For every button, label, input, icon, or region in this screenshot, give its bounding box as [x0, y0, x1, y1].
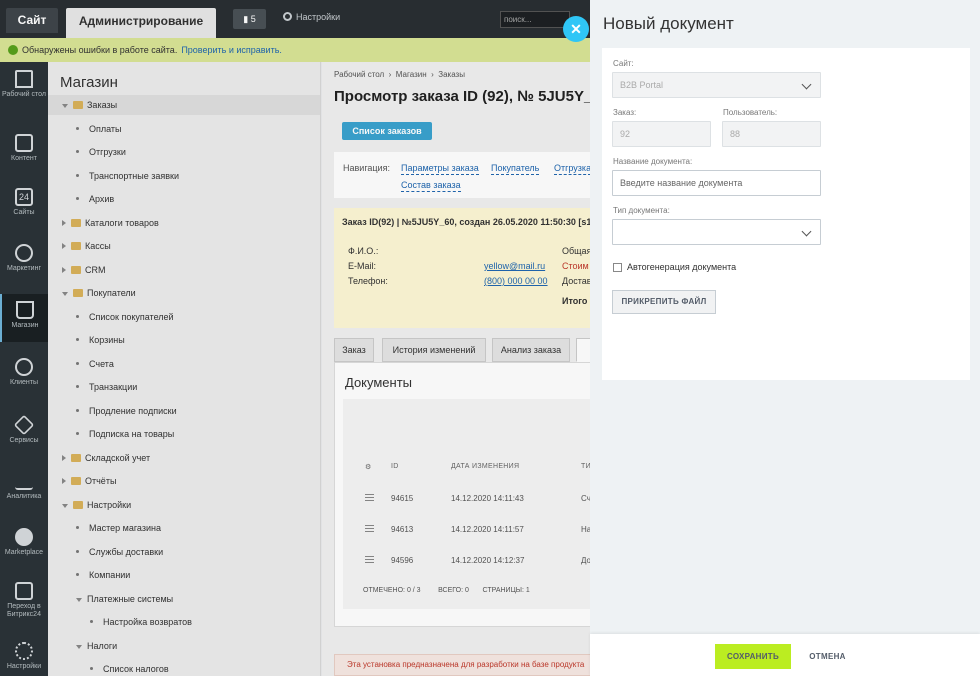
close-icon[interactable]: ✕	[563, 16, 589, 42]
site-value: B2B Portal	[620, 80, 664, 90]
autogen-label: Автогенерация документа	[627, 262, 737, 272]
chevron-down-icon	[801, 226, 812, 237]
document-form: Сайт: B2B Portal Заказ: 92 Пользователь:…	[602, 48, 970, 380]
autogen-checkbox[interactable]	[613, 263, 622, 272]
chevron-down-icon	[801, 79, 812, 90]
cancel-button[interactable]: ОТМЕНА	[805, 644, 850, 669]
order-field: 92	[612, 121, 711, 147]
doctype-label: Тип документа:	[613, 206, 670, 215]
document-name-input[interactable]: Введите название документа	[612, 170, 821, 196]
slider-title: Новый документ	[603, 14, 734, 33]
new-document-slider: Новый документ Сайт: B2B Portal Заказ: 9…	[590, 0, 980, 676]
page-overlay[interactable]	[0, 0, 590, 676]
site-select: B2B Portal	[612, 72, 821, 98]
slider-footer: СОХРАНИТЬ ОТМЕНА	[590, 634, 980, 676]
order-label: Заказ:	[613, 108, 637, 117]
user-label: Пользователь:	[723, 108, 778, 117]
site-label: Сайт:	[613, 59, 634, 68]
attach-file-button[interactable]: ПРИКРЕПИТЬ ФАЙЛ	[612, 290, 716, 314]
docname-label: Название документа:	[613, 157, 693, 166]
save-button[interactable]: СОХРАНИТЬ	[715, 644, 791, 669]
user-field: 88	[722, 121, 821, 147]
document-type-select[interactable]	[612, 219, 821, 245]
